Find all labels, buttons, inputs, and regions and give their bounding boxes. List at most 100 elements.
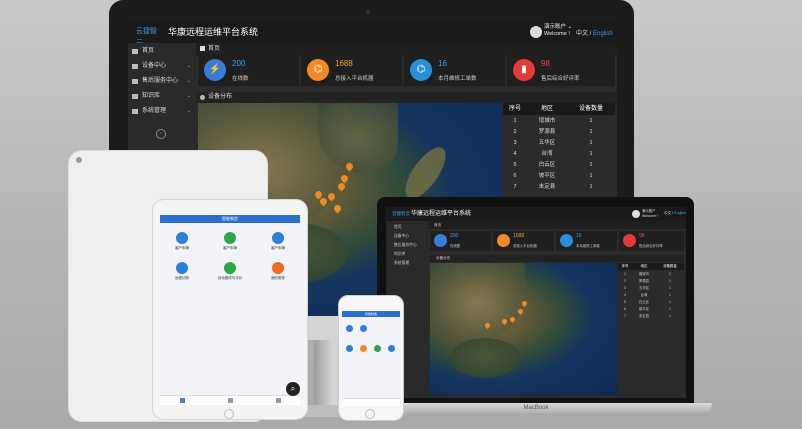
tab-list-icon[interactable] — [228, 398, 233, 403]
table-row[interactable]: 5 白云区 1 — [503, 160, 615, 171]
tab-home-icon[interactable] — [180, 398, 185, 403]
stat-label: 在线数 — [450, 244, 461, 248]
cell-index: 2 — [513, 129, 517, 135]
table-row[interactable]: 2 罗源县 1 — [503, 127, 615, 138]
language-switch[interactable]: 中文 / English — [664, 211, 686, 216]
app-tile-icon[interactable] — [272, 232, 284, 244]
cell-index: 4 — [624, 293, 626, 297]
table-row[interactable]: 4 台湾 1 — [503, 149, 615, 160]
map-panel-title: 设备分布 — [196, 92, 617, 103]
cell-region: 白云区 — [538, 162, 556, 168]
map-panel-title: 设备分布 — [430, 255, 684, 262]
table-row[interactable]: 1 增城市 1 — [618, 271, 684, 278]
cell-count: 1 — [589, 184, 593, 190]
app-tile-icon[interactable] — [176, 262, 188, 274]
gear-icon — [132, 109, 138, 114]
table-row[interactable]: 3 五华区 1 — [503, 138, 615, 149]
macbook-label: MacBook — [523, 405, 549, 411]
table-row[interactable]: 3 五华区 1 — [618, 285, 684, 292]
app-tile-icon[interactable] — [374, 345, 381, 352]
device-table: 序号 地区 设备数量 1 增城市 1 2 罗源县 1 3 五华区 1 4 台湾 1 5 白云区 1 6 坡… — [618, 263, 684, 333]
top-bar: 云捷智云 华康远程运维平台系统 演示账户 ⌄ Welcome ! 中文 / En… — [128, 21, 617, 47]
sidebar-item-knowledge[interactable]: 知识库 — [394, 250, 405, 258]
stat-value: 98 — [541, 59, 550, 68]
stat-card-online[interactable]: 200 在线数 — [430, 231, 491, 251]
sidebar-item-devices[interactable]: 设备中心 — [394, 232, 409, 240]
cell-count: 1 — [589, 162, 593, 168]
app-tile-icon[interactable] — [388, 345, 395, 352]
sidebar-item-after-sales[interactable]: 售后服务中心 ⌄ — [128, 75, 196, 88]
table-row[interactable]: 6 坡平区 1 — [618, 306, 684, 313]
home-button[interactable] — [224, 409, 234, 419]
app-tile-icon[interactable] — [346, 325, 353, 332]
sidebar-item-home[interactable]: 首页 — [394, 223, 402, 231]
search-icon[interactable]: ⌕ — [286, 382, 300, 396]
app-tile-label: 自动报修与评价 — [217, 276, 243, 280]
sidebar-item-system[interactable]: 系统管理 ⌄ — [128, 105, 196, 118]
stat-card-orders[interactable]: ⌬ 16 本月维修工单数 — [404, 55, 505, 86]
stat-card-machines[interactable]: 1688 总接入平台机器 — [493, 231, 554, 251]
app-tile-icon[interactable] — [360, 345, 367, 352]
stat-card-rating[interactable]: 98 售后综合好评率 — [619, 231, 684, 251]
lang-english[interactable]: English — [593, 31, 613, 37]
lang-chinese[interactable]: 中文 — [576, 31, 588, 37]
stat-card-machines[interactable]: ⌬ 1688 总接入平台机器 — [301, 55, 402, 86]
device-distribution-map[interactable] — [430, 263, 617, 395]
table-row[interactable]: 5 白云区 1 — [618, 299, 684, 306]
stat-card-orders[interactable]: 16 本月维修工单数 — [556, 231, 617, 251]
chevron-down-icon: ⌄ — [186, 63, 191, 69]
top-bar: 云捷智云 华康远程运维平台系统 演示账户 Welcome ! 中文 / Engl… — [386, 207, 686, 221]
cell-region: 坡平区 — [638, 307, 650, 311]
app-tile-icon[interactable] — [360, 325, 367, 332]
cell-region: 台湾 — [640, 293, 648, 297]
cell-index: 3 — [624, 286, 626, 290]
stat-value: 16 — [576, 233, 582, 239]
avatar[interactable] — [530, 26, 542, 38]
column-header: 序号 — [621, 264, 629, 268]
app-tile-icon[interactable] — [346, 345, 353, 352]
stat-card-rating[interactable]: ▮ 98 售后综合好评率 — [507, 55, 615, 86]
tab-user-icon[interactable] — [276, 398, 281, 403]
app-tile-label: 远程诊断 — [175, 276, 189, 280]
table-row[interactable]: 7 未定县 1 — [618, 313, 684, 320]
home-button[interactable] — [365, 409, 375, 419]
stat-value: 16 — [438, 59, 447, 68]
sidebar-item-home[interactable]: 首页 — [128, 45, 196, 58]
table-row[interactable]: 6 坡平区 1 — [503, 171, 615, 182]
lang-english[interactable]: English — [674, 211, 686, 215]
sidebar-item-system[interactable]: 系统管理 — [394, 259, 409, 267]
app-tile-icon[interactable] — [176, 232, 188, 244]
globe-icon — [200, 95, 205, 100]
device-table: 序号 地区 设备数量 1 增城市 1 2 罗源县 1 3 五华区 1 4 台湾 1 5 白云区 1 … — [503, 103, 615, 203]
breadcrumb: 首页 — [428, 221, 686, 229]
user-name[interactable]: 演示账户 ⌄ — [544, 24, 572, 31]
map-pin[interactable] — [332, 203, 343, 214]
cell-region: 坡平区 — [538, 173, 556, 179]
brand-logo[interactable]: 云捷智云 — [136, 26, 162, 47]
stat-value: 98 — [639, 233, 645, 239]
stat-value: 200 — [450, 233, 459, 239]
column-header: 设备数量 — [663, 264, 677, 268]
app-tile-icon[interactable] — [224, 232, 236, 244]
language-switch[interactable]: 中文 / English — [576, 28, 613, 37]
cell-region: 五华区 — [538, 140, 556, 146]
monitor-icon — [132, 64, 138, 69]
table-row[interactable]: 2 罗源县 1 — [618, 278, 684, 285]
cell-region: 罗源县 — [638, 279, 650, 283]
table-row[interactable]: 1 增城市 1 — [503, 116, 615, 127]
sidebar-item-after-sales[interactable]: 售后服务中心 — [394, 241, 417, 249]
sidebar-item-label: 售后服务中心 — [142, 78, 179, 84]
cell-count: 1 — [669, 293, 671, 297]
sidebar-item-devices[interactable]: 设备中心 ⌄ — [128, 60, 196, 73]
avatar[interactable] — [632, 210, 640, 218]
app-tile-icon[interactable] — [224, 262, 236, 274]
cell-count: 1 — [669, 286, 671, 290]
app-tile-icon[interactable] — [272, 262, 284, 274]
brand-logo[interactable]: 云捷智云 — [392, 210, 410, 218]
table-row[interactable]: 4 台湾 1 — [618, 292, 684, 299]
sidebar-item-label: 设备中心 — [142, 63, 167, 69]
stat-card-online[interactable]: ⚡ 200 在线数 — [198, 55, 299, 86]
sidebar-collapse-button[interactable]: ‹ — [156, 129, 166, 139]
sidebar-item-knowledge[interactable]: 知识库 ⌄ — [128, 90, 196, 103]
table-row[interactable]: 7 未定县 1 — [503, 182, 615, 193]
